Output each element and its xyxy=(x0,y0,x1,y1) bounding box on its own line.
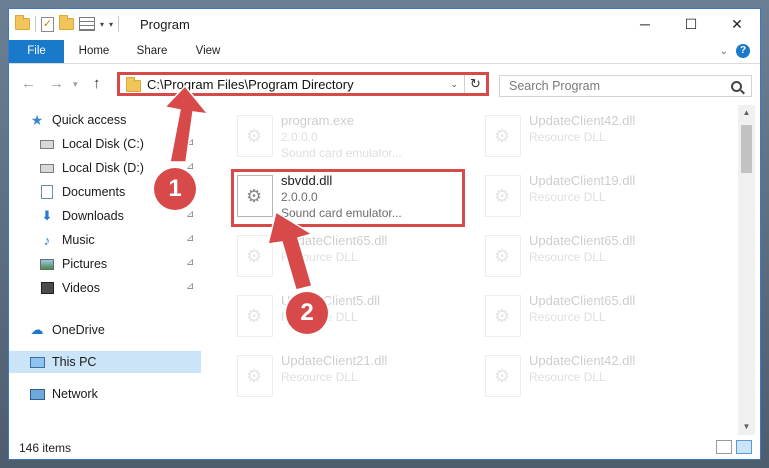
step-badge-1: 1 xyxy=(154,168,196,210)
annotation-arrows xyxy=(163,84,314,291)
arrow-2 xyxy=(267,210,314,291)
arrow-1 xyxy=(163,84,210,163)
step-badge-2: 2 xyxy=(286,292,328,334)
